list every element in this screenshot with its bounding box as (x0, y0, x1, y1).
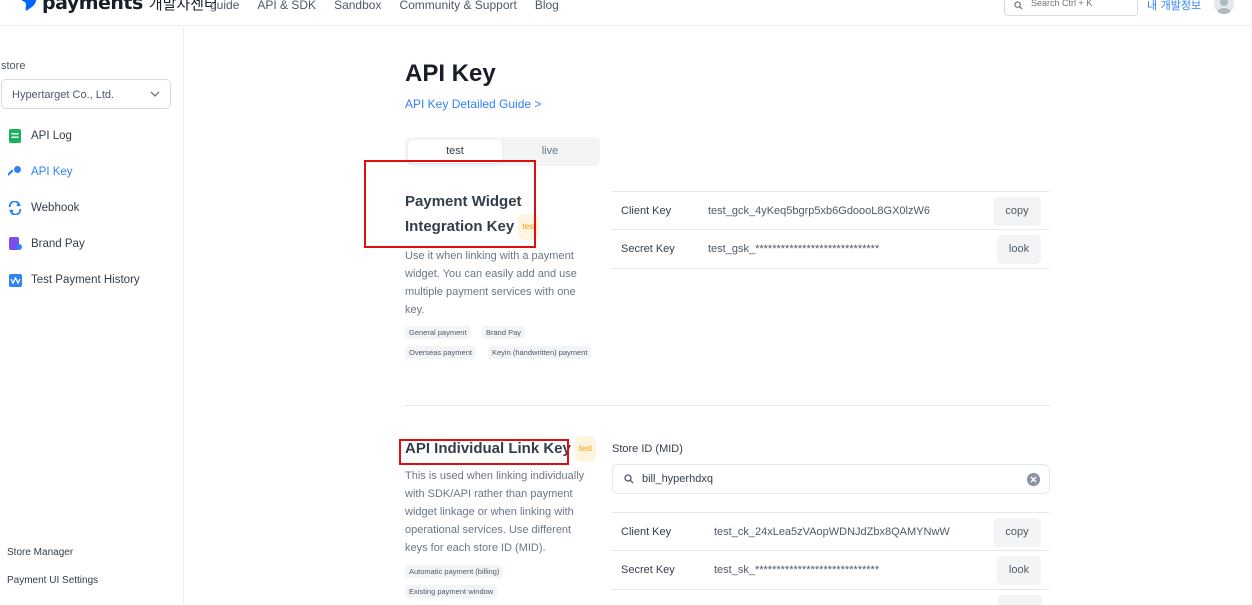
client-key-label: Client Key (621, 205, 672, 217)
sidebar-item-api-key[interactable]: API Key (8, 162, 73, 182)
nav-api-sdk[interactable]: API & SDK (257, 0, 316, 12)
sidebar-item-label: API Log (31, 130, 72, 142)
document-icon (8, 129, 22, 143)
env-toggle: test live (405, 137, 600, 166)
brand-logo-icon (21, 0, 37, 11)
secret-key-value: test_sk_***************************** (714, 564, 880, 576)
sidebar: store Hypertarget Co., Ltd. API Log API … (0, 27, 184, 605)
widget-key-title-line2: Integration Key (405, 217, 515, 235)
store-select-value: Hypertarget Co., Ltd. (12, 89, 115, 101)
sidebar-item-test-payment-history[interactable]: Test Payment History (8, 270, 140, 290)
link-client-key-row: Client Key test_ck_24xLea5zVAopWDNJdZbx8… (612, 512, 1049, 551)
test-badge: test (575, 436, 596, 462)
brand[interactable]: payments 개발자센터 (18, 0, 218, 14)
tab-live[interactable]: live (503, 140, 597, 163)
search-box[interactable] (1004, 0, 1138, 16)
nav-community[interactable]: Community & Support (399, 0, 516, 12)
sidebar-item-label: Webhook (31, 202, 80, 214)
client-key-value: test_gck_4yKeq5bgrp5xb6GdoooL8GX0lzW6 (708, 205, 930, 217)
store-id-value: bill_hyperhdxq (642, 473, 713, 485)
page-title: API Key (405, 60, 496, 87)
link-key-title-text: API Individual Link Key (405, 439, 571, 457)
store-select[interactable]: Hypertarget Co., Ltd. (1, 79, 171, 109)
chevron-down-icon (150, 91, 160, 97)
sidebar-item-label: Test Payment History (31, 274, 140, 286)
widget-client-key-row: Client Key test_gck_4yKeq5bgrp5xb6GdoooL… (612, 191, 1049, 230)
tag-automatic-payment: Automatic payment (billing) (405, 565, 504, 578)
nav-guide[interactable]: guide (210, 0, 239, 12)
tag-brand-pay: Brand Pay (482, 326, 526, 339)
test-badge: test (518, 214, 540, 240)
client-key-label: Client Key (621, 526, 672, 538)
nav-blog[interactable]: Blog (535, 0, 559, 12)
chart-icon (8, 273, 22, 287)
copy-button[interactable]: copy (993, 518, 1041, 547)
my-dev-info-link[interactable]: 내 개발정보 (1147, 0, 1201, 13)
brand-name: payments (42, 0, 143, 14)
widget-secret-key-row: Secret Key test_gsk_********************… (612, 230, 1049, 269)
next-row-button-partial[interactable] (998, 595, 1042, 605)
tag-keyin-payment: Keyin (handwritten) payment (488, 346, 592, 359)
clear-icon[interactable] (1027, 473, 1040, 486)
payment-ui-settings-link[interactable]: Payment UI Settings (7, 575, 98, 586)
search-input[interactable] (1031, 0, 1135, 8)
top-navigation: payments 개발자센터 guide API & SDK Sandbox C… (0, 0, 1252, 26)
brand-subtitle: 개발자센터 (148, 0, 218, 13)
tag-overseas-payment: Overseas payment (405, 346, 476, 359)
store-id-field[interactable]: bill_hyperhdxq (612, 464, 1050, 494)
nav-sandbox[interactable]: Sandbox (334, 0, 381, 12)
secret-key-label: Secret Key (621, 243, 675, 255)
search-icon (1014, 1, 1023, 10)
search-icon (624, 474, 634, 484)
link-key-description: This is used when linking individually w… (405, 470, 585, 554)
look-button[interactable]: look (997, 556, 1041, 585)
store-label: store (1, 60, 26, 72)
copy-button[interactable]: copy (993, 197, 1041, 226)
user-icon (1217, 0, 1231, 14)
secret-key-value: test_gsk_***************************** (708, 243, 880, 255)
widget-key-description: Use it when linking with a payment widge… (405, 250, 577, 316)
card-icon (8, 237, 22, 251)
sidebar-item-label: API Key (31, 166, 73, 178)
section-divider (405, 405, 1050, 406)
tag-general-payment: General payment (405, 326, 471, 339)
refresh-icon (8, 201, 22, 215)
tab-test[interactable]: test (408, 140, 502, 163)
store-manager-link[interactable]: Store Manager (7, 547, 73, 558)
sidebar-item-webhook[interactable]: Webhook (8, 198, 79, 218)
api-key-guide-link[interactable]: API Key Detailed Guide > (405, 97, 541, 111)
widget-key-title: Payment Widget Integration Key test (405, 190, 540, 240)
tag-existing-payment-window: Existing payment window (405, 585, 498, 598)
sidebar-item-label: Brand Pay (31, 238, 85, 250)
store-id-label: Store ID (MID) (612, 443, 683, 455)
link-secret-key-row: Secret Key test_sk_*********************… (612, 551, 1049, 590)
link-key-title: API Individual Link Key test (405, 436, 596, 462)
key-icon (8, 165, 22, 179)
look-button[interactable]: look (997, 235, 1041, 264)
sidebar-item-api-log[interactable]: API Log (8, 126, 72, 146)
secret-key-label: Secret Key (621, 564, 675, 576)
avatar[interactable] (1214, 0, 1234, 14)
client-key-value: test_ck_24xLea5zVAopWDNJdZbx8QAMYNwW (714, 526, 950, 538)
widget-key-title-line1: Payment Widget (405, 193, 522, 210)
main-nav: guide API & SDK Sandbox Community & Supp… (210, 0, 577, 12)
sidebar-item-brand-pay[interactable]: Brand Pay (8, 234, 85, 254)
